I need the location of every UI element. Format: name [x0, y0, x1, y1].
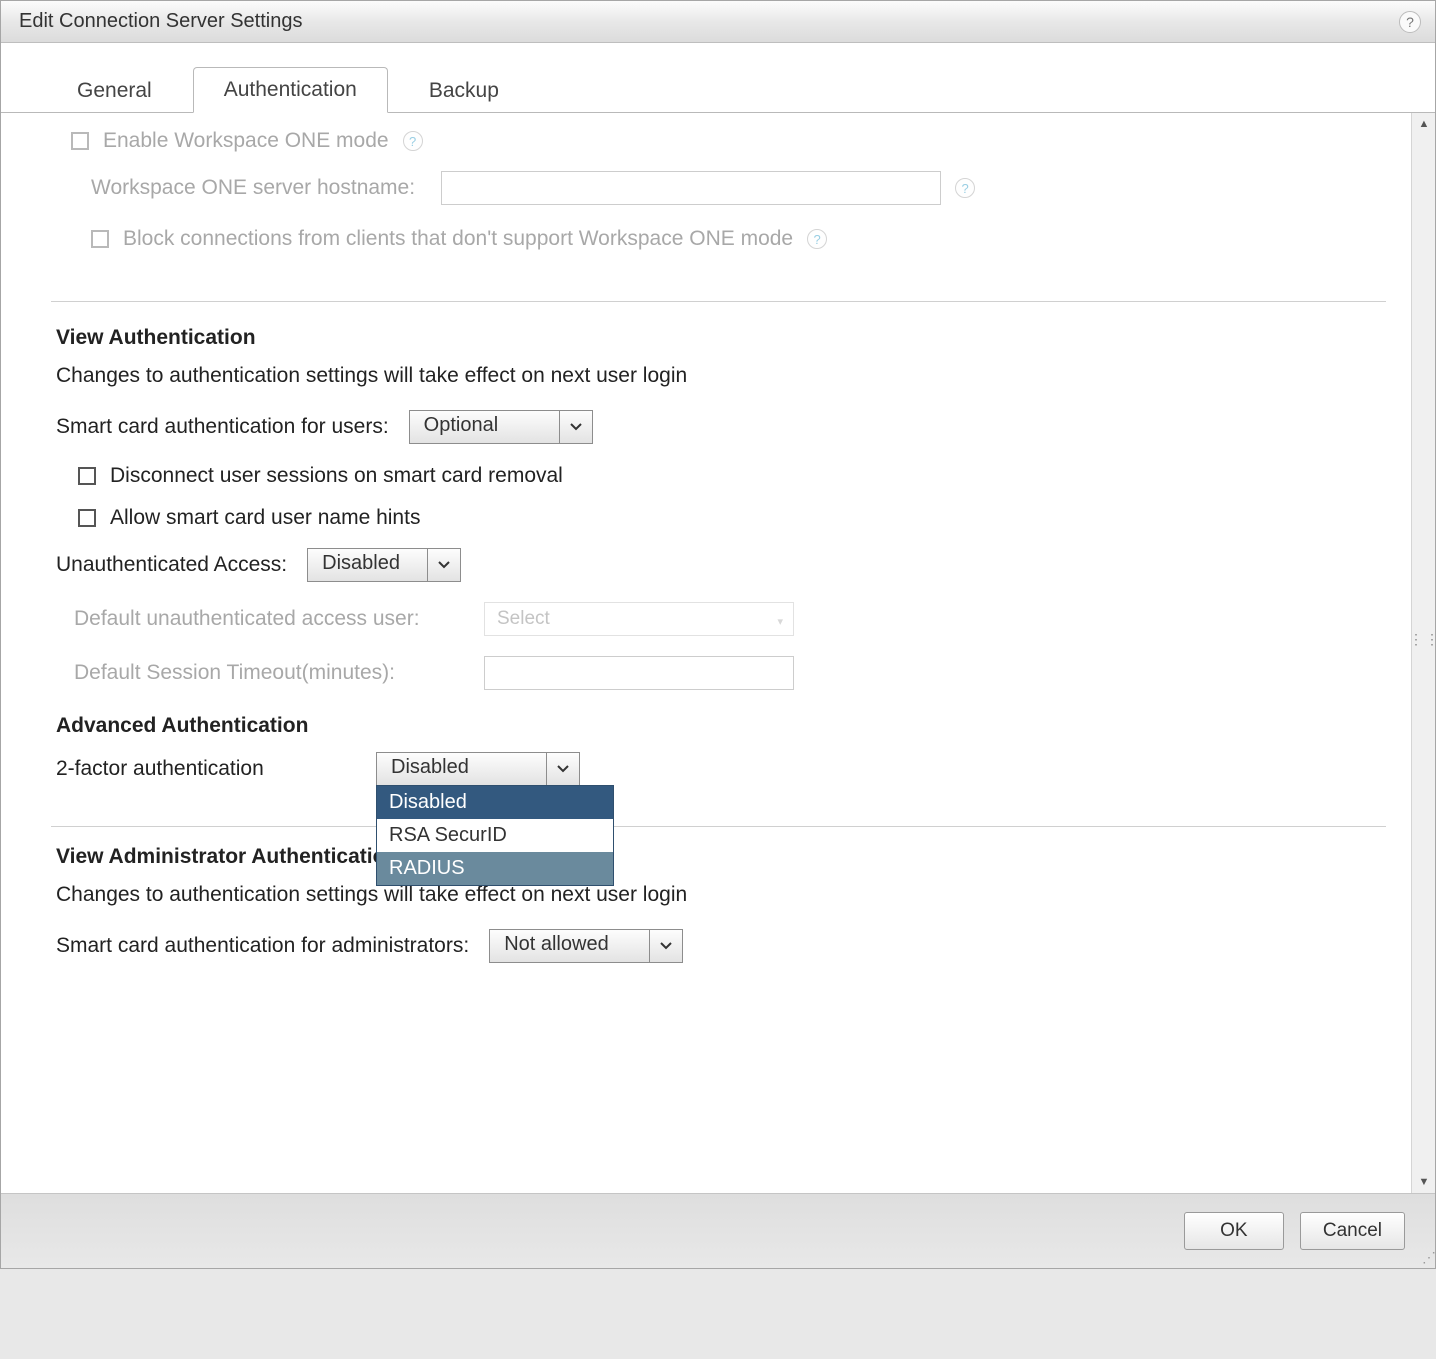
block-unsupported-checkbox	[91, 230, 109, 248]
enable-wsone-checkbox	[71, 132, 89, 150]
disconnect-on-removal-label: Disconnect user sessions on smart card r…	[110, 464, 563, 488]
workspace-one-section: Enable Workspace ONE mode ? Workspace ON…	[56, 121, 1381, 291]
help-icon[interactable]: ?	[807, 229, 827, 249]
content-wrap: Enable Workspace ONE mode ? Workspace ON…	[1, 113, 1435, 1193]
view-auth-note: Changes to authentication settings will …	[56, 364, 1381, 388]
smartcard-users-value: Optional	[410, 411, 560, 443]
chevron-down-icon	[547, 753, 579, 785]
default-unauth-user-select: Select ▾	[484, 602, 794, 636]
help-icon[interactable]: ?	[955, 178, 975, 198]
twofa-option-disabled[interactable]: Disabled	[377, 786, 613, 819]
scroll-up-arrow-icon[interactable]: ▲	[1412, 113, 1436, 135]
ok-button[interactable]: OK	[1184, 1212, 1284, 1250]
scroll-grip-icon[interactable]: ⋮⋮	[1409, 631, 1436, 648]
twofa-dropdown-list: Disabled RSA SecurID RADIUS	[376, 785, 614, 886]
titlebar: Edit Connection Server Settings ?	[1, 1, 1435, 43]
twofa-dropdown[interactable]: Disabled Disabled RSA SecurID RADIUS	[376, 752, 580, 786]
tabstrip: General Authentication Backup	[1, 43, 1435, 113]
smartcard-admin-dropdown[interactable]: Not allowed	[489, 929, 683, 963]
twofa-label: 2-factor authentication	[56, 757, 356, 781]
chevron-down-icon: ▾	[777, 615, 783, 628]
dialog-footer: OK Cancel ⋰	[1, 1193, 1435, 1268]
dialog-title: Edit Connection Server Settings	[19, 10, 303, 33]
help-icon[interactable]: ?	[403, 131, 423, 151]
username-hints-label: Allow smart card user name hints	[110, 506, 420, 530]
cancel-button[interactable]: Cancel	[1300, 1212, 1405, 1250]
enable-wsone-label: Enable Workspace ONE mode	[103, 129, 389, 153]
tab-general[interactable]: General	[46, 68, 183, 113]
tab-authentication[interactable]: Authentication	[193, 67, 388, 113]
block-unsupported-label: Block connections from clients that don'…	[123, 227, 793, 251]
disconnect-on-removal-checkbox[interactable]	[78, 467, 96, 485]
view-auth-heading: View Authentication	[56, 326, 1381, 350]
default-unauth-user-placeholder: Select	[497, 608, 550, 630]
smartcard-users-label: Smart card authentication for users:	[56, 415, 389, 439]
resize-grip-icon[interactable]: ⋰	[1422, 1249, 1433, 1266]
chevron-down-icon	[428, 549, 460, 581]
help-icon[interactable]: ?	[1399, 11, 1421, 33]
default-unauth-user-label: Default unauthenticated access user:	[74, 607, 464, 631]
admin-auth-note: Changes to authentication settings will …	[56, 883, 1381, 907]
dialog: Edit Connection Server Settings ? Genera…	[0, 0, 1436, 1269]
adv-auth-heading: Advanced Authentication	[56, 714, 1381, 738]
chevron-down-icon	[650, 930, 682, 962]
twofa-option-radius[interactable]: RADIUS	[377, 852, 613, 885]
twofa-value: Disabled	[377, 753, 547, 785]
vertical-scrollbar[interactable]: ▲ ⋮⋮ ▼	[1411, 113, 1435, 1193]
chevron-down-icon	[560, 411, 592, 443]
smartcard-users-dropdown[interactable]: Optional	[409, 410, 593, 444]
username-hints-checkbox[interactable]	[78, 509, 96, 527]
wsone-hostname-input	[441, 171, 941, 205]
admin-auth-heading: View Administrator Authentication	[56, 845, 1381, 869]
smartcard-admin-label: Smart card authentication for administra…	[56, 934, 469, 958]
content: Enable Workspace ONE mode ? Workspace ON…	[1, 113, 1411, 1193]
unauth-access-label: Unauthenticated Access:	[56, 553, 287, 577]
tab-backup[interactable]: Backup	[398, 68, 530, 113]
smartcard-admin-value: Not allowed	[490, 930, 650, 962]
scroll-down-arrow-icon[interactable]: ▼	[1412, 1171, 1436, 1193]
session-timeout-input	[484, 656, 794, 690]
divider	[51, 826, 1386, 827]
wsone-hostname-label: Workspace ONE server hostname:	[91, 176, 415, 200]
session-timeout-label: Default Session Timeout(minutes):	[74, 661, 464, 685]
unauth-access-value: Disabled	[308, 549, 428, 581]
divider	[51, 301, 1386, 302]
twofa-option-rsa[interactable]: RSA SecurID	[377, 819, 613, 852]
unauth-access-dropdown[interactable]: Disabled	[307, 548, 461, 582]
